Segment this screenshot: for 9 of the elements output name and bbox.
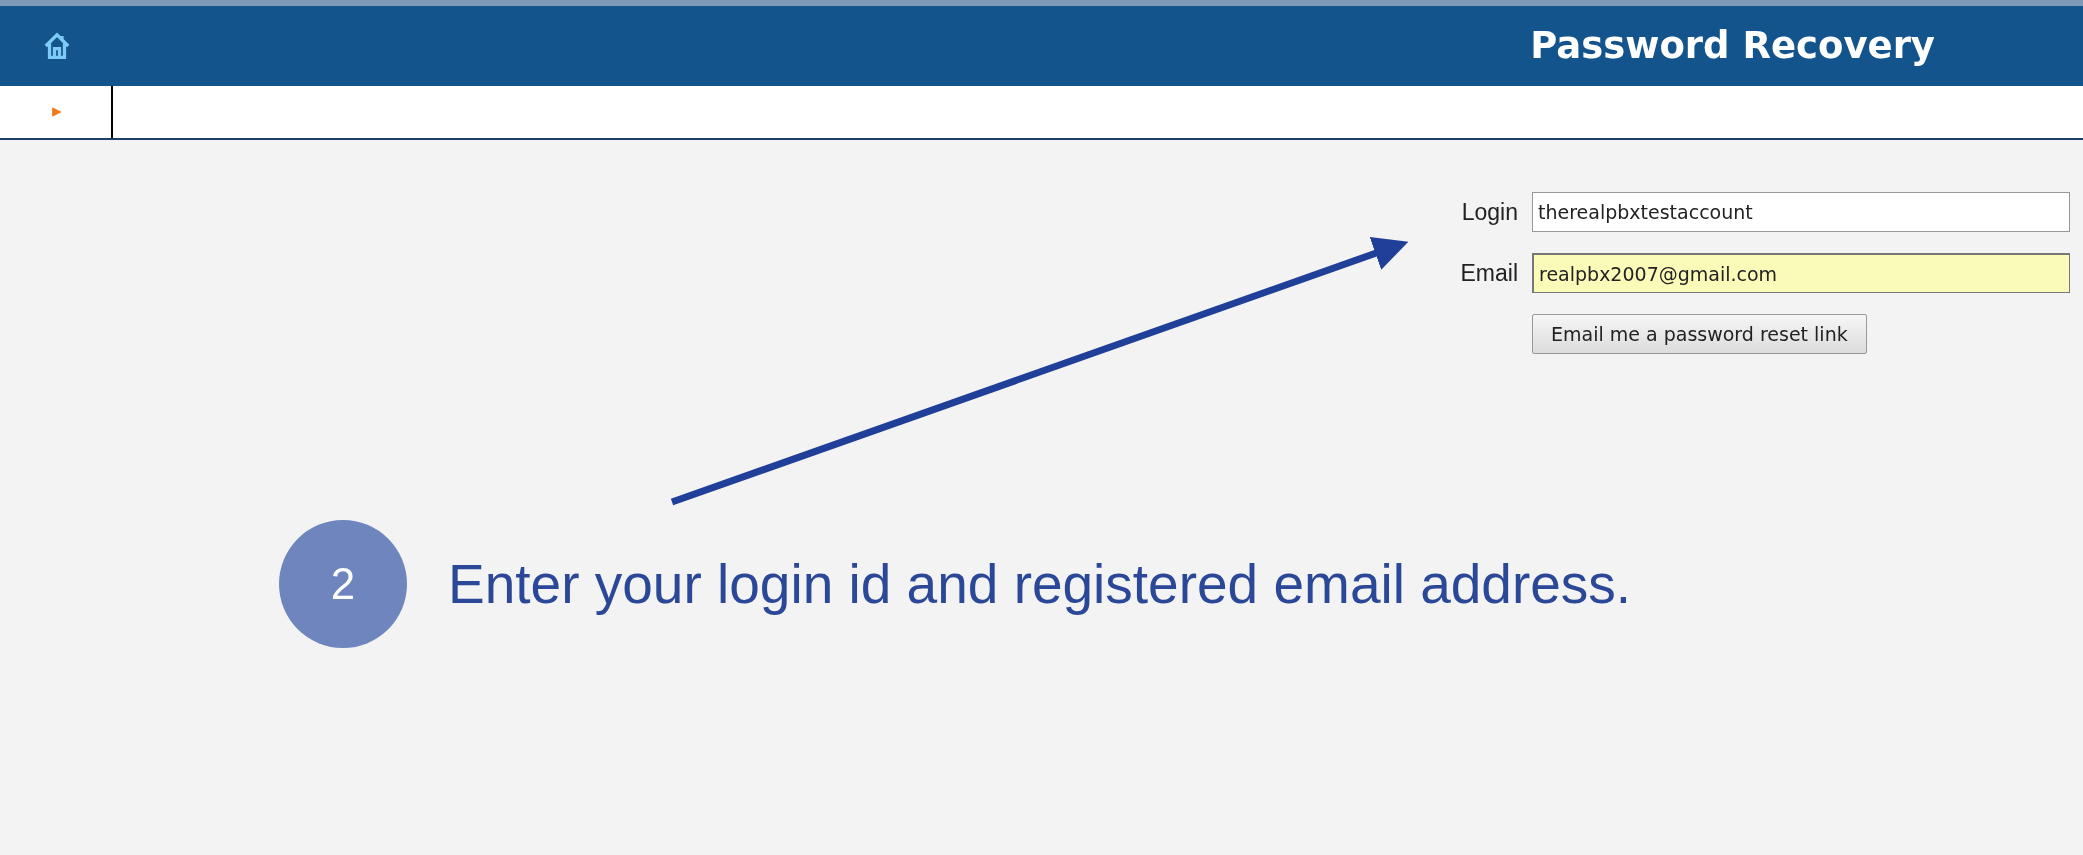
field-label: Email xyxy=(1460,258,1518,288)
home-icon[interactable] xyxy=(42,31,72,61)
reset-link-button[interactable]: Email me a password reset link xyxy=(1532,314,1867,354)
page-title: Password Recovery xyxy=(1530,23,1935,70)
instruction-text: Enter your login id and registered email address. xyxy=(448,551,1632,617)
play-icon[interactable] xyxy=(51,106,63,118)
input-field[interactable]: realpbx2007@gmail.com xyxy=(1532,253,2070,293)
input-field[interactable]: therealpbxtestaccount xyxy=(1532,192,2070,232)
field-label: Login xyxy=(1461,197,1518,227)
